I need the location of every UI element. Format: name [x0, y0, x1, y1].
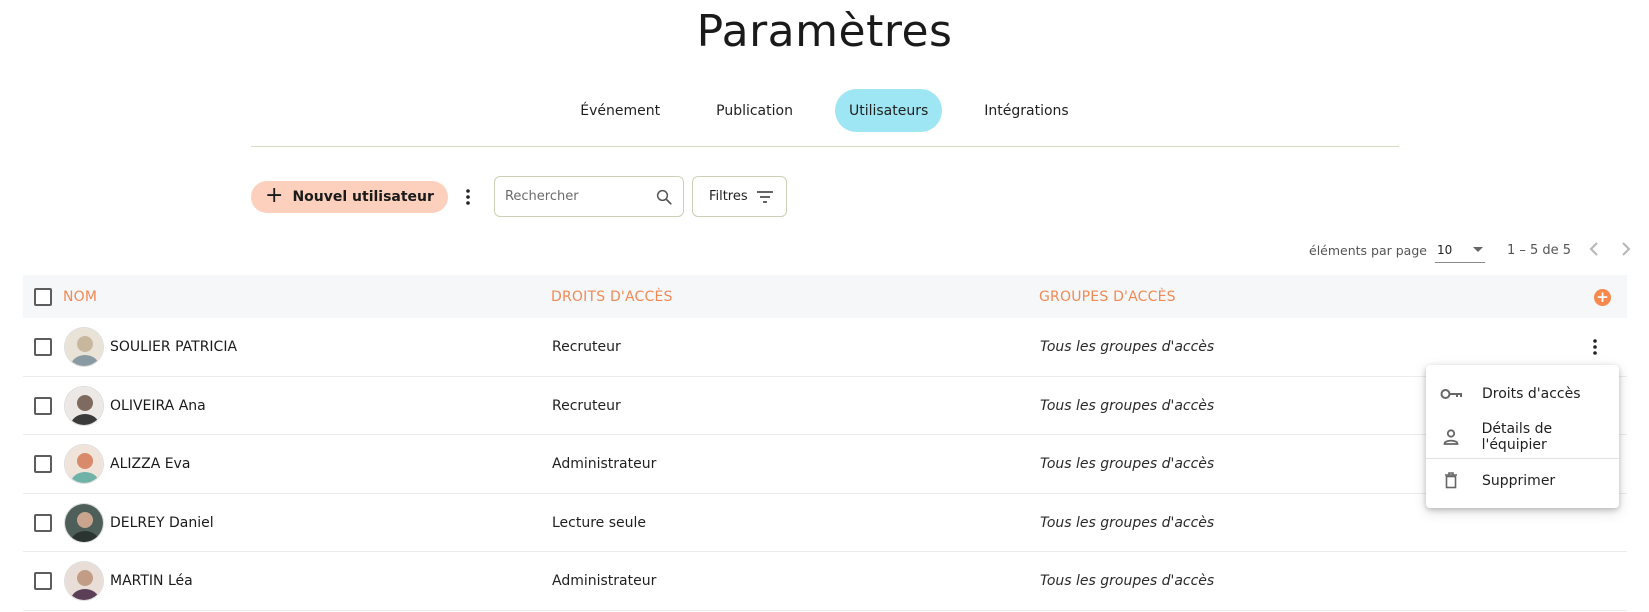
new-user-label: Nouvel utilisateur — [292, 188, 434, 205]
menu-item-delete[interactable]: Supprimer — [1426, 459, 1619, 502]
plus-icon: + — [265, 182, 284, 208]
user-rights: Lecture seule — [552, 514, 647, 531]
select-all-checkbox[interactable] — [34, 287, 52, 306]
paginator: éléments par page 10 1 – 5 de 5 — [1309, 237, 1631, 263]
filters-label: Filtres — [708, 189, 748, 204]
table-header: NOM DROITS D'ACCÈS GROUPES D'ACCÈS + — [23, 275, 1627, 318]
user-name: MARTIN Léa — [110, 573, 193, 589]
column-header-name[interactable]: NOM — [63, 275, 97, 318]
previous-page-button[interactable] — [1589, 240, 1599, 261]
row-actions-button[interactable] — [1583, 335, 1607, 359]
more-vert-icon — [1593, 339, 1597, 355]
search-input[interactable] — [504, 189, 645, 204]
next-page-button[interactable] — [1621, 240, 1631, 261]
tab-utilisateurs[interactable]: Utilisateurs — [834, 89, 943, 132]
menu-item-access-rights[interactable]: Droits d'accès — [1426, 372, 1619, 415]
row-checkbox[interactable] — [34, 455, 52, 473]
new-user-button[interactable]: + Nouvel utilisateur — [251, 180, 448, 213]
table-row[interactable]: OLIVEIRA Ana Recruteur Tous les groupes … — [23, 377, 1627, 435]
user-groups: Tous les groupes d'accès — [1040, 514, 1215, 531]
column-header-groups[interactable]: GROUPES D'ACCÈS — [1039, 275, 1176, 318]
add-column-button[interactable]: + — [1594, 289, 1611, 306]
table-row[interactable]: MARTIN Léa Administrateur Tous les group… — [23, 552, 1627, 611]
users-table: NOM DROITS D'ACCÈS GROUPES D'ACCÈS + SOU… — [23, 275, 1627, 611]
avatar — [64, 444, 104, 484]
table-row[interactable]: SOULIER PATRICIA Recruteur Tous les grou… — [23, 318, 1627, 377]
tabs-divider — [251, 146, 1399, 147]
user-groups: Tous les groupes d'accès — [1040, 397, 1215, 414]
user-rights: Administrateur — [552, 573, 657, 589]
row-checkbox[interactable] — [34, 572, 52, 590]
menu-item-team-member-details[interactable]: Détails de l'équipier — [1426, 415, 1619, 458]
table-row[interactable]: ALIZZA Eva Administrateur Tous les group… — [23, 435, 1627, 494]
table-row[interactable]: DELREY Daniel Lecture seule Tous les gro… — [23, 494, 1627, 552]
user-rights: Recruteur — [552, 339, 621, 355]
menu-item-label: Supprimer — [1482, 472, 1556, 489]
menu-item-label: Droits d'accès — [1482, 385, 1581, 402]
row-checkbox[interactable] — [34, 338, 52, 356]
trash-icon — [1440, 470, 1462, 492]
chevron-left-icon — [1589, 241, 1598, 256]
per-page-value: 10 — [1436, 242, 1453, 257]
filter-list-icon — [756, 190, 773, 203]
filters-button[interactable]: Filtres — [691, 176, 787, 217]
chevron-right-icon — [1622, 241, 1631, 256]
per-page-select[interactable]: 10 — [1434, 237, 1485, 263]
user-name: OLIVEIRA Ana — [110, 397, 206, 414]
more-vert-icon — [466, 188, 470, 205]
dropdown-arrow-icon — [1472, 246, 1483, 252]
avatar — [64, 327, 104, 367]
avatar — [64, 502, 104, 543]
search-icon[interactable] — [655, 188, 673, 206]
row-context-menu: Droits d'accès Détails de l'équipier Sup… — [1426, 365, 1619, 508]
avatar — [64, 385, 104, 426]
more-actions-button[interactable] — [456, 181, 480, 213]
toolbar: + Nouvel utilisateur Filtres — [251, 176, 787, 217]
avatar — [64, 561, 104, 601]
menu-item-label: Détails de l'équipier — [1481, 420, 1553, 453]
user-rights: Recruteur — [552, 397, 621, 414]
person-icon — [1440, 426, 1462, 448]
column-header-rights[interactable]: DROITS D'ACCÈS — [551, 275, 673, 318]
per-page-label: éléments par page — [1309, 242, 1427, 258]
select-all-cell — [34, 275, 52, 318]
page-range: 1 – 5 de 5 — [1506, 242, 1572, 258]
row-checkbox[interactable] — [34, 396, 52, 415]
settings-tabs: Événement Publication Utilisateurs Intég… — [0, 89, 1649, 132]
page-title: Paramètres — [696, 6, 953, 57]
user-name: SOULIER PATRICIA — [110, 339, 238, 355]
user-groups: Tous les groupes d'accès — [1040, 456, 1215, 472]
user-name: ALIZZA Eva — [110, 456, 191, 472]
search-box — [493, 176, 684, 217]
user-groups: Tous les groupes d'accès — [1040, 339, 1215, 355]
user-rights: Administrateur — [552, 456, 657, 472]
key-icon — [1440, 383, 1462, 405]
tab-publication[interactable]: Publication — [702, 89, 807, 132]
tab-integrations[interactable]: Intégrations — [970, 89, 1082, 132]
user-groups: Tous les groupes d'accès — [1040, 573, 1215, 589]
user-name: DELREY Daniel — [110, 514, 214, 531]
tab-evenement[interactable]: Événement — [566, 89, 674, 132]
row-checkbox[interactable] — [34, 513, 52, 532]
